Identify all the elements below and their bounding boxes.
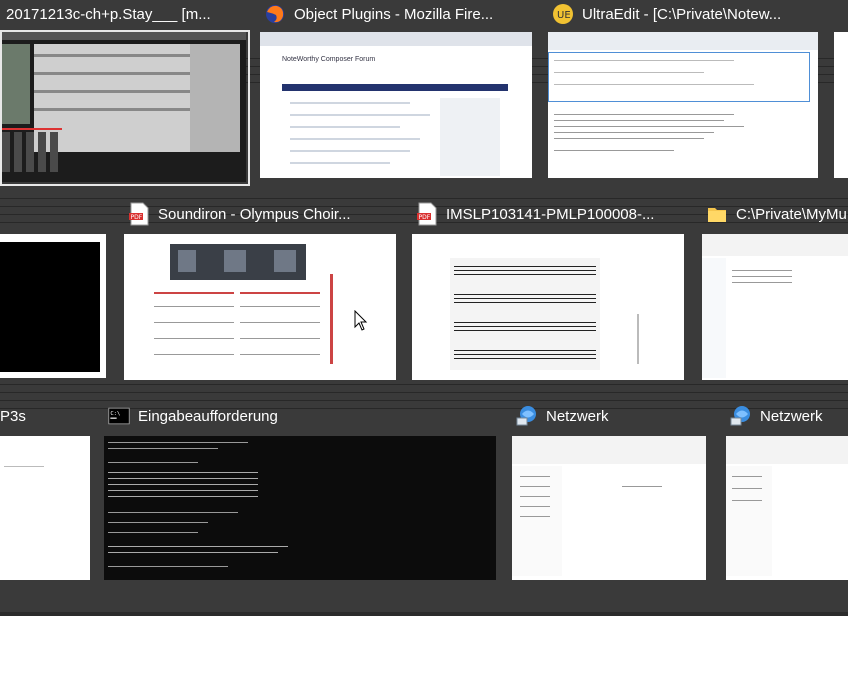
bottom-panel	[0, 616, 848, 676]
window-title-text: Netzwerk	[546, 407, 609, 425]
window-thumbnail	[0, 436, 90, 580]
window-title-text: IMSLP103141-PMLP100008-...	[446, 205, 655, 223]
window-title-text: UltraEdit - [C:\Private\Notew...	[582, 5, 782, 23]
window-title: C:\Private\MyMu	[700, 200, 848, 228]
window-title: P3s	[0, 402, 92, 430]
svg-text:PDF: PDF	[419, 214, 431, 221]
window-title-text: Eingabeaufforderung	[138, 407, 278, 425]
window-title: UE UltraEdit - [C:\Private\Notew...	[546, 0, 822, 28]
window-title-text: Netzwerk	[760, 407, 823, 425]
window-title: Object Plugins - Mozilla Fire...	[258, 0, 534, 28]
window-thumbnail	[702, 234, 848, 380]
pdf-icon: PDF	[128, 202, 150, 226]
cmd-icon: C:\	[108, 405, 130, 427]
window-title: PDF Soundiron - Olympus Choir...	[122, 200, 398, 228]
window-thumbnail: NoteWorthy Composer Forum	[260, 32, 532, 178]
svg-text:UE: UE	[557, 10, 571, 21]
svg-text:C:\: C:\	[110, 411, 120, 417]
ultraedit-icon: UE	[552, 3, 574, 25]
window-title-text: Soundiron - Olympus Choir...	[158, 205, 351, 223]
window-thumbnail	[0, 32, 246, 182]
window-title-text: P3s	[0, 407, 26, 425]
window-tile-explorer[interactable]: C:\Private\MyMu	[700, 200, 848, 384]
window-tile-soundiron-pdf[interactable]: PDF Soundiron - Olympus Choir...	[122, 200, 398, 384]
forum-heading: NoteWorthy Composer Forum	[282, 56, 376, 63]
partial-window-thumbnail	[0, 234, 106, 378]
window-tile-command-prompt[interactable]: C:\ Eingabeaufforderung	[102, 402, 498, 582]
window-title: PDF IMSLP103141-PMLP100008-...	[410, 200, 686, 228]
window-tile-netzwerk-2[interactable]: Netzwerk	[724, 402, 848, 582]
window-title: C:\ Eingabeaufforderung	[102, 402, 498, 430]
window-thumbnail	[104, 436, 496, 580]
firefox-icon	[264, 3, 286, 25]
window-title-text: C:\Private\MyMu	[736, 205, 847, 223]
window-title: Netzwerk	[724, 402, 848, 430]
folder-icon	[706, 203, 728, 225]
window-tile-p3s[interactable]: P3s	[0, 402, 92, 582]
window-tile-imslp-pdf[interactable]: PDF IMSLP103141-PMLP100008-...	[410, 200, 686, 384]
window-title: Netzwerk	[510, 402, 710, 430]
window-thumbnail	[548, 32, 818, 178]
task-view-desktop: 20171213c-ch+p.Stay___ [m... Object Plug…	[0, 0, 848, 612]
window-tile-ultraedit[interactable]: UE UltraEdit - [C:\Private\Notew...	[546, 0, 822, 180]
window-thumbnail	[726, 436, 848, 580]
window-thumbnail	[124, 234, 396, 380]
window-tile-firefox[interactable]: Object Plugins - Mozilla Fire... NoteWor…	[258, 0, 534, 180]
offscreen-window-edge	[834, 32, 848, 178]
window-title-text: Object Plugins - Mozilla Fire...	[294, 5, 494, 23]
network-icon	[730, 405, 752, 427]
network-icon	[516, 405, 538, 427]
pdf-icon: PDF	[416, 202, 438, 226]
window-thumbnail	[512, 436, 706, 580]
window-title: 20171213c-ch+p.Stay___ [m...	[0, 0, 250, 28]
window-thumbnail	[412, 234, 684, 380]
svg-text:PDF: PDF	[131, 214, 143, 221]
window-tile-daw[interactable]: 20171213c-ch+p.Stay___ [m...	[0, 0, 250, 186]
window-title-text: 20171213c-ch+p.Stay___ [m...	[6, 5, 211, 23]
window-tile-netzwerk-1[interactable]: Netzwerk	[510, 402, 710, 582]
mouse-cursor-icon	[354, 310, 368, 331]
